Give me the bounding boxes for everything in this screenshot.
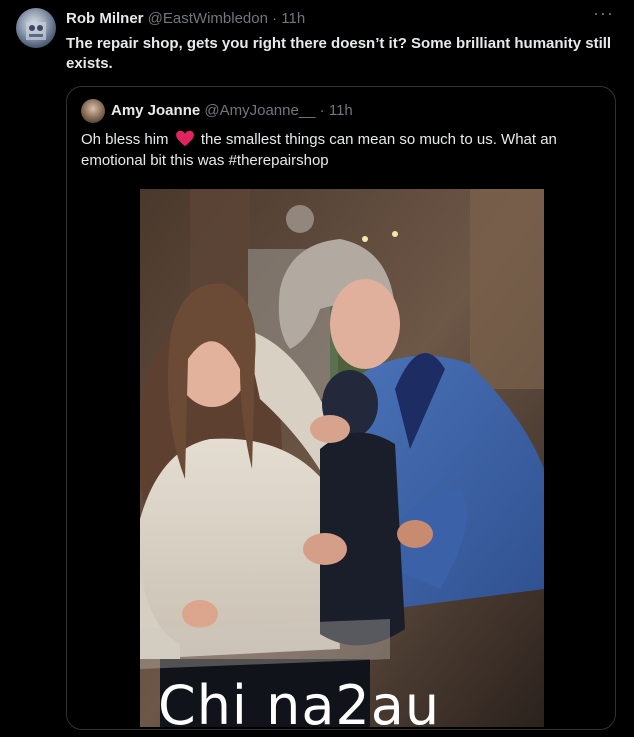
- tweet-text: The repair shop, gets you right there do…: [66, 35, 612, 72]
- quoted-author-handle: @AmyJoanne__: [204, 102, 316, 119]
- quoted-tweet-text: Oh bless him the smallest things can mea…: [81, 129, 603, 171]
- quoted-tweet-card[interactable]: Amy Joanne @AmyJoanne__ · 11h Oh bless h…: [66, 86, 616, 730]
- author-name[interactable]: Rob Milner: [66, 10, 144, 27]
- quoted-author-name: Amy Joanne: [111, 102, 201, 119]
- separator: ·: [272, 10, 278, 27]
- tweet-header: Rob Milner @EastWimbledon · 11h: [66, 10, 618, 28]
- author-handle[interactable]: @EastWimbledon: [148, 10, 268, 27]
- quoted-tweet-header: Amy Joanne @AmyJoanne__ · 11h: [111, 102, 353, 119]
- quoted-tweet-time: 11h: [328, 102, 353, 119]
- tweet-time[interactable]: 11h: [281, 10, 305, 27]
- quoted-text-start: Oh bless him: [81, 131, 169, 148]
- red-heart-icon: [175, 130, 194, 147]
- author-avatar[interactable]: [16, 8, 56, 48]
- tweet-photo[interactable]: [140, 189, 544, 727]
- quoted-author-avatar: [81, 99, 105, 123]
- watermark: Chi na2au: [158, 674, 441, 737]
- quoted-separator: ·: [319, 102, 325, 119]
- more-icon[interactable]: ···: [593, 4, 614, 22]
